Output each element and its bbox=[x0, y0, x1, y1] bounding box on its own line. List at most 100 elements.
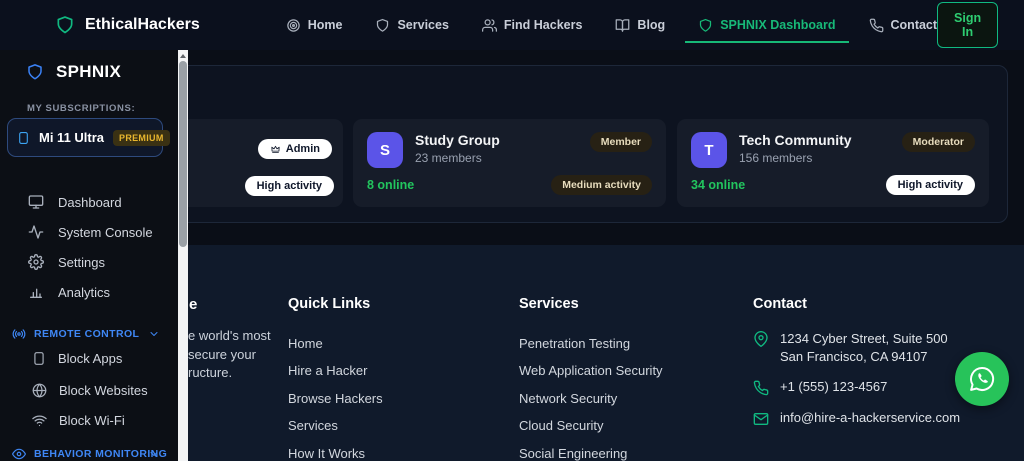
nav-sphnix-dashboard-label: SPHNIX Dashboard bbox=[720, 18, 836, 32]
role-badge: Admin bbox=[257, 139, 332, 159]
activity-badge: High activity bbox=[244, 176, 334, 196]
footer-link-web-application-security[interactable]: Web Application Security bbox=[519, 357, 663, 384]
group-avatar: T bbox=[691, 132, 727, 168]
group-texts: Study Group 23 members bbox=[415, 132, 500, 168]
nav-contact[interactable]: Contact bbox=[869, 18, 938, 33]
brand-name: EthicalHackers bbox=[85, 16, 200, 33]
sidebar-section-behavior-monitoring[interactable]: BEHAVIOR MONITORING bbox=[0, 445, 178, 461]
sidebar-title-row: SPHNIX bbox=[26, 62, 121, 82]
nav-services[interactable]: Services bbox=[375, 18, 449, 33]
footer-services-column: Services Penetration Testing Web Applica… bbox=[519, 296, 663, 461]
nav-find-hackers-label: Find Hackers bbox=[503, 18, 583, 32]
activity-icon bbox=[28, 225, 44, 239]
group-name: Tech Community bbox=[739, 132, 852, 148]
footer-about-description-fragment: e world's most secure your ructure. bbox=[188, 328, 271, 380]
footer-contact-column: Contact 1234 Cyber Street, Suite 500 San… bbox=[753, 296, 960, 441]
sphnix-sidebar: SPHNIX MY SUBSCRIPTIONS: Mi 11 Ultra PRE… bbox=[0, 50, 188, 461]
wifi-icon bbox=[32, 415, 47, 426]
gear-icon bbox=[28, 254, 44, 270]
map-pin-icon bbox=[754, 331, 768, 347]
scrollbar-thumb[interactable] bbox=[179, 61, 187, 247]
footer-link-services[interactable]: Services bbox=[288, 412, 383, 439]
footer-link-cloud-security[interactable]: Cloud Security bbox=[519, 412, 663, 439]
nav-find-hackers[interactable]: Find Hackers bbox=[481, 18, 583, 33]
subscription-device-card[interactable]: Mi 11 Ultra PREMIUM bbox=[7, 118, 170, 157]
footer-link-hire-a-hacker[interactable]: Hire a Hacker bbox=[288, 357, 383, 384]
monitor-icon bbox=[28, 195, 44, 209]
target-icon bbox=[286, 18, 300, 32]
phone-icon bbox=[753, 380, 769, 396]
group-avatar: S bbox=[367, 132, 403, 168]
contact-phone[interactable]: +1 (555) 123-4567 bbox=[753, 379, 960, 396]
sidebar-item-label: Analytics bbox=[58, 284, 111, 300]
role-badge-label: Admin bbox=[285, 143, 320, 155]
nav-sphnix-dashboard[interactable]: SPHNIX Dashboard bbox=[685, 18, 849, 43]
sidebar-item-label: Block Websites bbox=[59, 382, 148, 398]
chevron-down-icon bbox=[150, 332, 158, 336]
sidebar-item-system-console[interactable]: System Console bbox=[0, 222, 178, 242]
sidebar-section-remote-control[interactable]: REMOTE CONTROL bbox=[0, 325, 178, 343]
role-badge: Member bbox=[589, 132, 652, 152]
nav-contact-label: Contact bbox=[890, 18, 938, 32]
sidebar-scrollbar[interactable] bbox=[178, 50, 188, 461]
card-content: S Study Group 23 members Member 8 online… bbox=[353, 119, 666, 207]
nav-home[interactable]: Home bbox=[286, 18, 342, 33]
sidebar-item-block-wifi[interactable]: Block Wi-Fi bbox=[0, 410, 178, 430]
footer-quick-links-column: Quick Links Home Hire a Hacker Browse Ha… bbox=[288, 296, 383, 461]
group-members: 156 members bbox=[739, 151, 813, 166]
card-header-row: T Tech Community 156 members Moderator bbox=[691, 132, 975, 168]
page: EthicalHackers Home Services Find Hacker… bbox=[0, 0, 1024, 461]
card-footer-row: 8 online Medium activity bbox=[367, 175, 652, 195]
contact-email-text: info@hire-a-hackerservice.com bbox=[780, 410, 961, 425]
footer-link-social-engineering[interactable]: Social Engineering bbox=[519, 440, 663, 461]
contact-address: 1234 Cyber Street, Suite 500 San Francis… bbox=[753, 330, 960, 365]
card-footer-row: 34 online High activity bbox=[691, 175, 975, 195]
footer-quick-links-heading: Quick Links bbox=[288, 296, 371, 312]
footer-link-browse-hackers[interactable]: Browse Hackers bbox=[288, 385, 383, 412]
footer-link-network-security[interactable]: Network Security bbox=[519, 385, 663, 412]
sidebar-item-label: Dashboard bbox=[58, 194, 122, 210]
phone-icon bbox=[869, 18, 883, 32]
scrollbar-up-arrow-icon[interactable] bbox=[180, 54, 186, 58]
shield-icon bbox=[377, 18, 389, 32]
footer-link-home[interactable]: Home bbox=[288, 330, 383, 357]
sidebar-item-label: Settings bbox=[58, 254, 105, 270]
sidebar-item-block-apps[interactable]: Block Apps bbox=[0, 348, 178, 368]
sidebar-item-analytics[interactable]: Analytics bbox=[0, 282, 178, 302]
online-count: 34 online bbox=[691, 178, 746, 192]
activity-badge: High activity bbox=[885, 175, 975, 195]
footer-about-heading-fragment: e bbox=[189, 296, 198, 313]
footer-link-penetration-testing[interactable]: Penetration Testing bbox=[519, 330, 663, 357]
group-texts: Tech Community 156 members bbox=[739, 132, 852, 168]
whatsapp-icon bbox=[970, 366, 995, 391]
broadcast-icon bbox=[12, 329, 26, 339]
contact-address-line2: San Francisco, CA 94107 bbox=[780, 348, 928, 364]
book-icon bbox=[616, 18, 630, 32]
card-content: T Tech Community 156 members Moderator 3… bbox=[677, 119, 989, 207]
smartphone-icon bbox=[34, 351, 44, 365]
contact-phone-text: +1 (555) 123-4567 bbox=[780, 379, 888, 394]
whatsapp-button[interactable] bbox=[955, 352, 1009, 406]
sign-in-button[interactable]: Sign In bbox=[937, 2, 999, 48]
sidebar-item-dashboard[interactable]: Dashboard bbox=[0, 192, 178, 212]
group-identity: S Study Group 23 members bbox=[367, 132, 500, 168]
brand-logo[interactable]: EthicalHackers bbox=[55, 15, 200, 35]
group-name: Study Group bbox=[415, 132, 500, 148]
top-navbar: EthicalHackers Home Services Find Hacker… bbox=[0, 0, 1024, 50]
subscriptions-label: MY SUBSCRIPTIONS: bbox=[27, 103, 136, 114]
group-card-tech-community[interactable]: T Tech Community 156 members Moderator 3… bbox=[677, 119, 989, 207]
sidebar-item-block-websites[interactable]: Block Websites bbox=[0, 380, 178, 400]
nav-blog-label: Blog bbox=[637, 18, 666, 32]
contact-email[interactable]: info@hire-a-hackerservice.com bbox=[753, 410, 960, 427]
role-badge: Moderator bbox=[901, 132, 975, 152]
contact-address-text: 1234 Cyber Street, Suite 500 San Francis… bbox=[780, 330, 948, 365]
mail-icon bbox=[753, 413, 769, 425]
nav-blog[interactable]: Blog bbox=[615, 18, 665, 33]
footer-link-how-it-works[interactable]: How It Works bbox=[288, 440, 383, 461]
shield-icon bbox=[28, 64, 42, 80]
users-icon bbox=[481, 18, 497, 32]
brand-shield-icon bbox=[57, 16, 73, 34]
sidebar-section-label: REMOTE CONTROL bbox=[34, 328, 140, 340]
sidebar-item-settings[interactable]: Settings bbox=[0, 252, 178, 272]
group-card-study-group[interactable]: S Study Group 23 members Member 8 online… bbox=[353, 119, 666, 207]
